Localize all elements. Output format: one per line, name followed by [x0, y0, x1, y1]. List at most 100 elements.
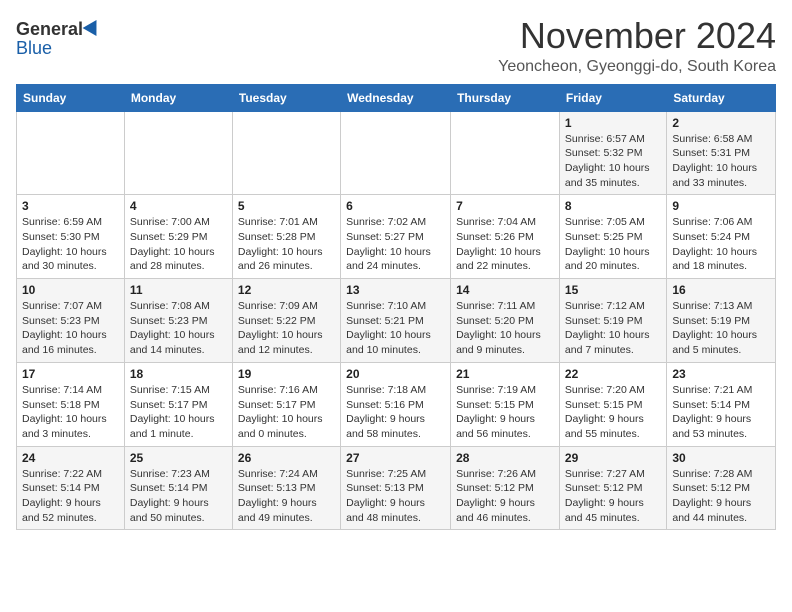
day-number: 3	[22, 199, 119, 213]
weekday-header: Monday	[124, 84, 232, 111]
day-number: 17	[22, 367, 119, 381]
day-info: Sunrise: 7:14 AMSunset: 5:18 PMDaylight:…	[22, 383, 119, 442]
month-title: November 2024	[498, 16, 776, 56]
day-number: 20	[346, 367, 445, 381]
day-number: 19	[238, 367, 335, 381]
calendar-cell: 19 Sunrise: 7:16 AMSunset: 5:17 PMDayligh…	[232, 362, 340, 446]
day-info: Sunrise: 7:02 AMSunset: 5:27 PMDaylight:…	[346, 215, 445, 274]
day-number: 2	[672, 116, 770, 130]
weekday-header: Wednesday	[341, 84, 451, 111]
day-info: Sunrise: 6:57 AMSunset: 5:32 PMDaylight:…	[565, 132, 661, 191]
day-info: Sunrise: 7:00 AMSunset: 5:29 PMDaylight:…	[130, 215, 227, 274]
day-number: 11	[130, 283, 227, 297]
calendar-cell: 20 Sunrise: 7:18 AMSunset: 5:16 PMDayligh…	[341, 362, 451, 446]
day-info: Sunrise: 7:21 AMSunset: 5:14 PMDaylight:…	[672, 383, 770, 442]
calendar-cell: 8 Sunrise: 7:05 AMSunset: 5:25 PMDaylight…	[559, 195, 666, 279]
day-number: 4	[130, 199, 227, 213]
day-number: 12	[238, 283, 335, 297]
day-number: 26	[238, 451, 335, 465]
day-number: 23	[672, 367, 770, 381]
calendar-cell: 26 Sunrise: 7:24 AMSunset: 5:13 PMDayligh…	[232, 446, 340, 530]
logo-blue-text: Blue	[16, 38, 52, 58]
calendar-week-row: 1 Sunrise: 6:57 AMSunset: 5:32 PMDaylight…	[17, 111, 776, 195]
calendar-cell: 12 Sunrise: 7:09 AMSunset: 5:22 PMDayligh…	[232, 279, 340, 363]
day-info: Sunrise: 7:05 AMSunset: 5:25 PMDaylight:…	[565, 215, 661, 274]
calendar-cell: 30 Sunrise: 7:28 AMSunset: 5:12 PMDayligh…	[667, 446, 776, 530]
day-info: Sunrise: 7:16 AMSunset: 5:17 PMDaylight:…	[238, 383, 335, 442]
calendar-cell: 4 Sunrise: 7:00 AMSunset: 5:29 PMDaylight…	[124, 195, 232, 279]
calendar-cell: 3 Sunrise: 6:59 AMSunset: 5:30 PMDaylight…	[17, 195, 125, 279]
calendar-cell: 1 Sunrise: 6:57 AMSunset: 5:32 PMDaylight…	[559, 111, 666, 195]
day-info: Sunrise: 7:11 AMSunset: 5:20 PMDaylight:…	[456, 299, 554, 358]
calendar-cell: 14 Sunrise: 7:11 AMSunset: 5:20 PMDayligh…	[451, 279, 560, 363]
calendar-cell	[124, 111, 232, 195]
day-info: Sunrise: 7:24 AMSunset: 5:13 PMDaylight:…	[238, 467, 335, 526]
day-info: Sunrise: 7:28 AMSunset: 5:12 PMDaylight:…	[672, 467, 770, 526]
weekday-header: Saturday	[667, 84, 776, 111]
calendar-cell: 9Sunrise: 7:06 AMSunset: 5:24 PMDaylight…	[667, 195, 776, 279]
calendar-week-row: 10 Sunrise: 7:07 AMSunset: 5:23 PMDayligh…	[17, 279, 776, 363]
calendar-cell: 7 Sunrise: 7:04 AMSunset: 5:26 PMDaylight…	[451, 195, 560, 279]
day-info: Sunrise: 7:07 AMSunset: 5:23 PMDaylight:…	[22, 299, 119, 358]
calendar-cell: 10 Sunrise: 7:07 AMSunset: 5:23 PMDayligh…	[17, 279, 125, 363]
calendar-cell: 21Sunrise: 7:19 AMSunset: 5:15 PMDayligh…	[451, 362, 560, 446]
day-info: Sunrise: 7:15 AMSunset: 5:17 PMDaylight:…	[130, 383, 227, 442]
calendar-cell: 29 Sunrise: 7:27 AMSunset: 5:12 PMDayligh…	[559, 446, 666, 530]
day-number: 10	[22, 283, 119, 297]
day-info: Sunrise: 7:20 AMSunset: 5:15 PMDaylight:…	[565, 383, 661, 442]
calendar-cell	[17, 111, 125, 195]
calendar-cell: 11 Sunrise: 7:08 AMSunset: 5:23 PMDayligh…	[124, 279, 232, 363]
day-info: Sunrise: 7:27 AMSunset: 5:12 PMDaylight:…	[565, 467, 661, 526]
day-info: Sunrise: 7:18 AMSunset: 5:16 PMDaylight:…	[346, 383, 445, 442]
day-number: 21	[456, 367, 554, 381]
calendar-cell: 27Sunrise: 7:25 AMSunset: 5:13 PMDayligh…	[341, 446, 451, 530]
weekday-header: Friday	[559, 84, 666, 111]
day-info: Sunrise: 7:09 AMSunset: 5:22 PMDaylight:…	[238, 299, 335, 358]
day-number: 13	[346, 283, 445, 297]
day-number: 29	[565, 451, 661, 465]
calendar-cell: 24Sunrise: 7:22 AMSunset: 5:14 PMDayligh…	[17, 446, 125, 530]
calendar-cell: 23 Sunrise: 7:21 AMSunset: 5:14 PMDayligh…	[667, 362, 776, 446]
calendar-cell: 5 Sunrise: 7:01 AMSunset: 5:28 PMDaylight…	[232, 195, 340, 279]
page-header: General Blue November 2024 Yeoncheon, Gy…	[16, 16, 776, 76]
calendar-header-row: SundayMondayTuesdayWednesdayThursdayFrid…	[17, 84, 776, 111]
day-number: 25	[130, 451, 227, 465]
day-info: Sunrise: 6:59 AMSunset: 5:30 PMDaylight:…	[22, 215, 119, 274]
day-number: 5	[238, 199, 335, 213]
logo: General Blue	[16, 20, 101, 59]
day-number: 1	[565, 116, 661, 130]
calendar-cell	[232, 111, 340, 195]
calendar-cell	[341, 111, 451, 195]
day-info: Sunrise: 7:10 AMSunset: 5:21 PMDaylight:…	[346, 299, 445, 358]
day-number: 16	[672, 283, 770, 297]
day-info: Sunrise: 7:13 AMSunset: 5:19 PMDaylight:…	[672, 299, 770, 358]
day-info: Sunrise: 7:04 AMSunset: 5:26 PMDaylight:…	[456, 215, 554, 274]
day-number: 28	[456, 451, 554, 465]
day-number: 7	[456, 199, 554, 213]
day-info: Sunrise: 7:01 AMSunset: 5:28 PMDaylight:…	[238, 215, 335, 274]
calendar-week-row: 24Sunrise: 7:22 AMSunset: 5:14 PMDayligh…	[17, 446, 776, 530]
day-number: 14	[456, 283, 554, 297]
calendar-cell: 28 Sunrise: 7:26 AMSunset: 5:12 PMDayligh…	[451, 446, 560, 530]
calendar-cell: 6 Sunrise: 7:02 AMSunset: 5:27 PMDaylight…	[341, 195, 451, 279]
day-info: Sunrise: 7:26 AMSunset: 5:12 PMDaylight:…	[456, 467, 554, 526]
day-info: Sunrise: 7:25 AMSunset: 5:13 PMDaylight:…	[346, 467, 445, 526]
title-block: November 2024 Yeoncheon, Gyeonggi-do, So…	[498, 16, 776, 76]
calendar-week-row: 3 Sunrise: 6:59 AMSunset: 5:30 PMDaylight…	[17, 195, 776, 279]
logo-general-text: General	[16, 20, 83, 38]
day-number: 6	[346, 199, 445, 213]
logo-triangle-icon	[83, 16, 104, 36]
calendar-cell: 25Sunrise: 7:23 AMSunset: 5:14 PMDayligh…	[124, 446, 232, 530]
calendar-week-row: 17 Sunrise: 7:14 AMSunset: 5:18 PMDayligh…	[17, 362, 776, 446]
day-number: 15	[565, 283, 661, 297]
day-number: 24	[22, 451, 119, 465]
day-number: 8	[565, 199, 661, 213]
day-number: 22	[565, 367, 661, 381]
calendar-cell: 2Sunrise: 6:58 AMSunset: 5:31 PMDaylight…	[667, 111, 776, 195]
day-number: 18	[130, 367, 227, 381]
day-number: 30	[672, 451, 770, 465]
day-info: Sunrise: 7:08 AMSunset: 5:23 PMDaylight:…	[130, 299, 227, 358]
day-info: Sunrise: 7:12 AMSunset: 5:19 PMDaylight:…	[565, 299, 661, 358]
location-title: Yeoncheon, Gyeonggi-do, South Korea	[498, 58, 776, 76]
calendar-cell: 16 Sunrise: 7:13 AMSunset: 5:19 PMDayligh…	[667, 279, 776, 363]
